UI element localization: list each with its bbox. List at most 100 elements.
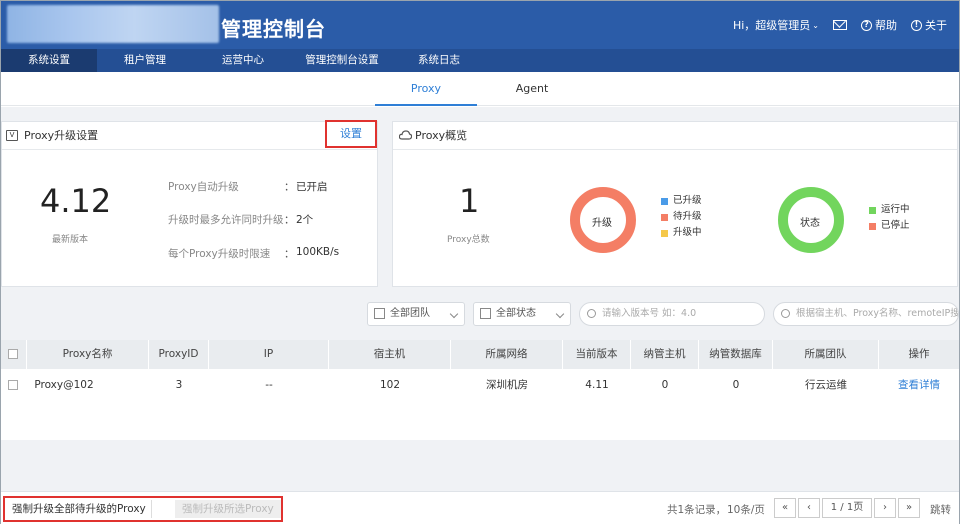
- col-host: 宿主机: [329, 340, 451, 369]
- user-greeting: Hi，超级管理员: [732, 19, 811, 32]
- col-managed-dbs: 纳管数据库: [699, 340, 773, 369]
- overview-card-title: Proxy概览: [415, 129, 468, 142]
- help-label: 帮助: [875, 19, 897, 32]
- nav-tenant-management[interactable]: 租户管理: [105, 49, 185, 72]
- proxy-overview-card: Proxy概览 1 Proxy总数 升级 已升级 待升级 升级中 状态 运行中 …: [392, 121, 958, 287]
- row-checkbox[interactable]: [8, 380, 18, 390]
- chevron-down-icon: ⌄: [812, 20, 819, 30]
- select-all-cell: [1, 340, 27, 369]
- top-header: 管理控制台 Hi，超级管理员 ⌄ ? 帮助 ! 关于: [1, 1, 959, 49]
- proxy-total-label: Proxy总数: [447, 235, 490, 245]
- speed-limit-label: 每个Proxy升级时限速: [168, 248, 271, 260]
- chevron-down-icon: [449, 309, 459, 319]
- auto-upgrade-sep: ：: [284, 181, 295, 193]
- max-concurrent-value: 2个: [296, 214, 314, 226]
- legend-running: 运行中: [869, 202, 910, 218]
- status-legend: 运行中 已停止: [869, 202, 910, 234]
- upgrade-settings-card: V Proxy升级设置 设置 4.12 最新版本 Proxy自动升级 ： 已开启…: [1, 120, 378, 287]
- help-button[interactable]: ? 帮助: [861, 17, 897, 33]
- search-icon: [587, 309, 596, 318]
- force-upgrade-selected-button[interactable]: 强制升级所选Proxy: [175, 500, 281, 518]
- nav-operation-center[interactable]: 运营中心: [203, 49, 283, 72]
- help-icon: ?: [861, 19, 872, 31]
- col-proxy-id: ProxyID: [149, 340, 209, 369]
- main-nav: 系统设置 租户管理 运营中心 管理控制台设置 系统日志: [1, 49, 959, 72]
- user-menu[interactable]: Hi，超级管理员 ⌄: [733, 17, 819, 33]
- upgrade-card-header: V Proxy升级设置 设置: [2, 120, 377, 150]
- legend-pending-label: 待升级: [673, 211, 702, 222]
- chevron-left-icon: ‹: [807, 502, 811, 513]
- legend-pending: 待升级: [661, 209, 702, 225]
- col-action: 操作: [908, 348, 930, 360]
- page-indicator: 1 / 1页: [822, 498, 872, 518]
- cell-version: 4.11: [585, 379, 609, 391]
- cell-proxy-name: Proxy@102: [34, 379, 94, 391]
- keyword-search-input[interactable]: 根据宿主机、Proxy名称、remoteIP搜: [773, 302, 959, 326]
- cloud-icon: [399, 130, 412, 140]
- tab-bar: Proxy Agent: [1, 72, 959, 106]
- legend-running-label: 运行中: [881, 204, 910, 215]
- team-filter-value: 全部团队: [390, 308, 430, 319]
- cell-proxy-id: 3: [175, 379, 183, 391]
- legend-swatch: [869, 206, 876, 214]
- settings-button[interactable]: 设置: [325, 120, 377, 148]
- search-icon: [781, 309, 790, 318]
- nav-console-settings[interactable]: 管理控制台设置: [297, 49, 387, 72]
- legend-upgrading-label: 升级中: [673, 227, 702, 238]
- select-all-checkbox[interactable]: [8, 349, 18, 359]
- max-concurrent-label: 升级时最多允许同时升级: [168, 214, 284, 226]
- about-label: 关于: [925, 19, 947, 32]
- tab-proxy[interactable]: Proxy: [375, 72, 477, 106]
- nav-system-settings[interactable]: 系统设置: [1, 49, 97, 72]
- cell-host: 102: [379, 379, 401, 391]
- legend-swatch: [661, 213, 668, 221]
- version-search-placeholder: 请输入版本号 如：4.0: [602, 308, 697, 319]
- logo: [7, 5, 219, 43]
- next-page-button[interactable]: ›: [874, 498, 896, 518]
- chevron-right-icon: ›: [883, 502, 887, 513]
- status-filter-value: 全部状态: [496, 308, 536, 319]
- force-upgrade-all-button[interactable]: 强制升级全部待升级的Proxy: [7, 500, 152, 518]
- record-count: 共1条记录，: [667, 504, 727, 516]
- col-proxy-name: Proxy名称: [27, 340, 149, 369]
- cell-managed-hosts: 0: [661, 379, 669, 391]
- page-size-select[interactable]: 10条/页: [727, 502, 765, 517]
- col-ip: IP: [209, 340, 329, 369]
- legend-upgraded-label: 已升级: [673, 195, 702, 206]
- cell-team: 行云运维: [805, 379, 847, 391]
- grid-icon: [374, 308, 385, 319]
- auto-upgrade-row: Proxy自动升级 ： 已开启: [168, 179, 328, 194]
- speed-limit-value: 100KB/s: [296, 246, 340, 258]
- keyword-search-placeholder: 根据宿主机、Proxy名称、remoteIP搜: [796, 308, 959, 319]
- about-button[interactable]: ! 关于: [911, 17, 947, 33]
- jump-link[interactable]: 跳转: [930, 502, 951, 517]
- max-concurrent-sep: ：: [284, 214, 295, 226]
- legend-stopped: 已停止: [869, 218, 910, 234]
- double-chevron-right-icon: »: [905, 502, 913, 513]
- legend-upgraded: 已升级: [661, 193, 702, 209]
- legend-swatch: [661, 197, 668, 205]
- cell-managed-dbs: 0: [732, 379, 740, 391]
- overview-card-header: Proxy概览: [393, 122, 957, 150]
- table-header: Proxy名称 ProxyID IP 宿主机 所属网络 当前版本 纳管主机 纳管…: [1, 340, 959, 369]
- latest-version: 4.12: [40, 182, 112, 220]
- team-filter-select[interactable]: 全部团队: [367, 302, 465, 326]
- legend-upgrading: 升级中: [661, 225, 702, 241]
- prev-page-button[interactable]: ‹: [798, 498, 820, 518]
- legend-swatch: [661, 229, 668, 237]
- legend-stopped-label: 已停止: [881, 220, 910, 231]
- last-page-button[interactable]: »: [898, 498, 920, 518]
- speed-limit-row: 每个Proxy升级时限速 ： 100KB/s: [168, 246, 339, 261]
- col-network: 所属网络: [451, 340, 563, 369]
- view-details-link[interactable]: 查看详情: [879, 369, 959, 401]
- tab-agent[interactable]: Agent: [481, 72, 583, 106]
- version-search-input[interactable]: 请输入版本号 如：4.0: [579, 302, 765, 326]
- force-upgrade-group: 强制升级全部待升级的Proxy 强制升级所选Proxy: [3, 496, 283, 522]
- nav-system-log[interactable]: 系统日志: [399, 49, 479, 72]
- speed-limit-sep: ：: [284, 248, 295, 260]
- mail-button[interactable]: [833, 20, 847, 30]
- col-team: 所属团队: [773, 340, 879, 369]
- col-version: 当前版本: [563, 340, 631, 369]
- status-filter-select[interactable]: 全部状态: [473, 302, 571, 326]
- first-page-button[interactable]: «: [774, 498, 796, 518]
